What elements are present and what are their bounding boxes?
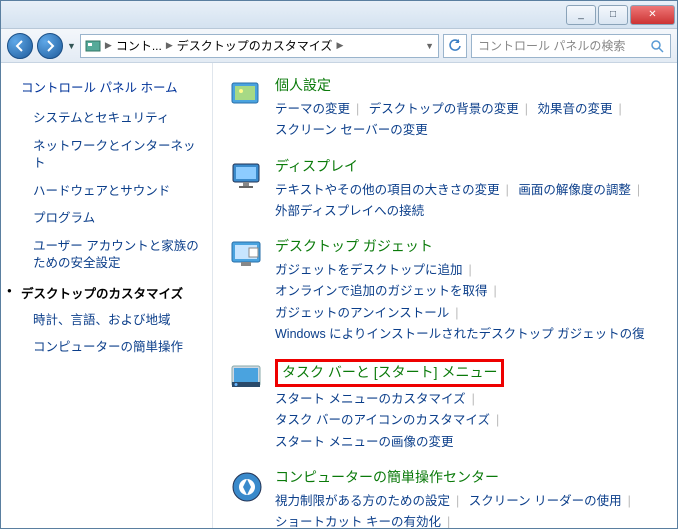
- task-link[interactable]: 画面の解像度の調整: [518, 183, 631, 197]
- sidebar-item[interactable]: システムとセキュリティ: [33, 110, 202, 128]
- task-link[interactable]: ショートカット キーの有効化: [275, 515, 441, 528]
- task-link[interactable]: スクリーン リーダーの使用: [469, 494, 622, 508]
- chevron-down-icon[interactable]: ▼: [425, 41, 434, 51]
- arrow-right-icon: [44, 40, 56, 52]
- sidebar-item[interactable]: コンピューターの簡単操作: [33, 339, 202, 357]
- maximize-button[interactable]: □: [598, 5, 628, 25]
- arrow-left-icon: [14, 40, 26, 52]
- task-link[interactable]: スクリーン セーバーの変更: [275, 123, 428, 137]
- task-link[interactable]: 効果音の変更: [538, 102, 613, 116]
- category-title[interactable]: ディスプレイ: [275, 156, 677, 176]
- close-button[interactable]: ✕: [630, 5, 675, 25]
- category-ease-of-access: コンピューターの簡単操作センター 視力制限がある方のための設定| スクリーン リ…: [227, 467, 677, 528]
- back-button[interactable]: [7, 33, 33, 59]
- highlighted-title: タスク バーと [スタート] メニュー: [275, 359, 504, 387]
- content-body: コントロール パネル ホーム システムとセキュリティ ネットワークとインターネッ…: [1, 63, 677, 528]
- category-title[interactable]: デスクトップ ガジェット: [275, 236, 677, 256]
- task-link[interactable]: テーマの変更: [275, 102, 350, 116]
- search-icon: [650, 39, 664, 53]
- display-icon: [227, 156, 267, 196]
- sidebar-item[interactable]: ハードウェアとサウンド: [33, 183, 202, 201]
- task-link[interactable]: タスク バーのアイコンのカスタマイズ: [275, 413, 490, 427]
- category-title[interactable]: タスク バーと [スタート] メニュー: [282, 364, 497, 380]
- refresh-button[interactable]: [443, 34, 467, 58]
- task-link[interactable]: ガジェットのアンインストール: [275, 306, 449, 320]
- category-title[interactable]: コンピューターの簡単操作センター: [275, 467, 677, 487]
- sidebar-item[interactable]: プログラム: [33, 210, 202, 228]
- sidebar-item[interactable]: ネットワークとインターネット: [33, 138, 202, 173]
- search-input[interactable]: コントロール パネルの検索: [471, 34, 671, 58]
- chevron-down-icon[interactable]: ▼: [67, 41, 76, 51]
- chevron-right-icon: ▶: [166, 40, 173, 51]
- nav-bar: ▼ ▶ コント... ▶ デスクトップのカスタマイズ ▶ ▼ コントロール パネ…: [1, 29, 677, 63]
- search-placeholder: コントロール パネルの検索: [478, 37, 650, 54]
- breadcrumb-1[interactable]: コント...: [116, 37, 162, 54]
- forward-button[interactable]: [37, 33, 63, 59]
- breadcrumb-2[interactable]: デスクトップのカスタマイズ: [177, 37, 333, 54]
- sidebar-home-link[interactable]: コントロール パネル ホーム: [21, 77, 202, 96]
- task-link[interactable]: オンラインで追加のガジェットを取得: [275, 284, 488, 298]
- chevron-right-icon: ▶: [105, 40, 112, 51]
- task-link[interactable]: スタート メニューの画像の変更: [275, 435, 453, 449]
- task-link[interactable]: 視力制限がある方のための設定: [275, 494, 450, 508]
- category-personalization: 個人設定 テーマの変更| デスクトップの背景の変更| 効果音の変更| スクリーン…: [227, 75, 677, 142]
- sidebar: コントロール パネル ホーム システムとセキュリティ ネットワークとインターネッ…: [1, 63, 213, 528]
- sidebar-item[interactable]: ユーザー アカウントと家族のための安全設定: [33, 238, 202, 273]
- category-gadgets: デスクトップ ガジェット ガジェットをデスクトップに追加| オンラインで追加のガ…: [227, 236, 677, 345]
- address-bar[interactable]: ▶ コント... ▶ デスクトップのカスタマイズ ▶ ▼: [80, 34, 439, 58]
- main-panel: 個人設定 テーマの変更| デスクトップの背景の変更| 効果音の変更| スクリーン…: [213, 63, 677, 528]
- sidebar-item-current[interactable]: デスクトップのカスタマイズ: [21, 283, 202, 302]
- personalization-icon: [227, 75, 267, 115]
- refresh-icon: [448, 39, 462, 53]
- chevron-right-icon: ▶: [336, 40, 343, 51]
- task-link[interactable]: スタート メニューのカスタマイズ: [275, 392, 466, 406]
- task-link[interactable]: テキストやその他の項目の大きさの変更: [275, 183, 500, 197]
- task-link[interactable]: 外部ディスプレイへの接続: [275, 204, 424, 218]
- task-link[interactable]: デスクトップの背景の変更: [369, 102, 519, 116]
- gadgets-icon: [227, 236, 267, 276]
- sidebar-item[interactable]: 時計、言語、および地域: [33, 312, 202, 330]
- title-bar: _ □ ✕: [1, 1, 677, 29]
- taskbar-icon: [227, 359, 267, 399]
- task-link[interactable]: ガジェットをデスクトップに追加: [275, 263, 463, 277]
- ease-of-access-icon: [227, 467, 267, 507]
- task-link[interactable]: Windows によりインストールされたデスクトップ ガジェットの復: [275, 327, 645, 341]
- category-taskbar: タスク バーと [スタート] メニュー スタート メニューのカスタマイズ| タス…: [227, 359, 677, 453]
- category-display: ディスプレイ テキストやその他の項目の大きさの変更| 画面の解像度の調整| 外部…: [227, 156, 677, 223]
- category-title[interactable]: 個人設定: [275, 75, 677, 95]
- control-panel-icon: [85, 38, 101, 54]
- window: _ □ ✕ ▼ ▶ コント... ▶ デスクトップのカスタマイズ ▶ ▼ コント…: [0, 0, 678, 529]
- minimize-button[interactable]: _: [566, 5, 596, 25]
